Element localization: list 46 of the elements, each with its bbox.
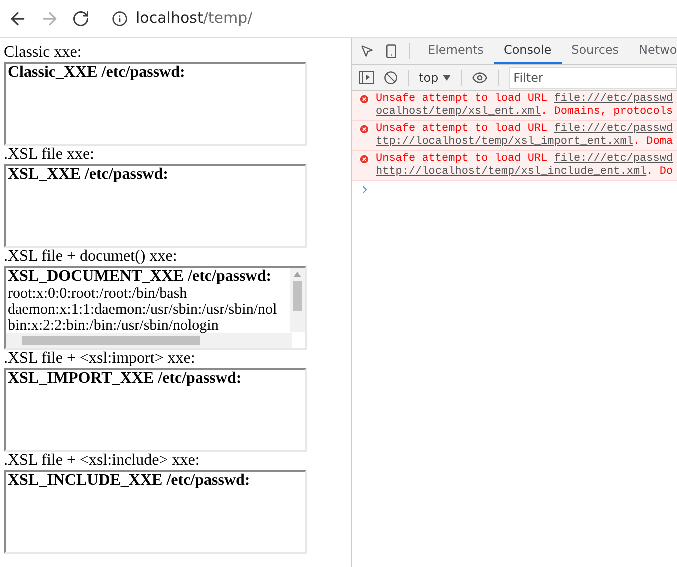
eye-icon[interactable] [472,70,488,86]
error-link[interactable]: file:///etc/passwd [554,153,674,166]
scrollbar-thumb[interactable] [22,336,200,345]
error-link[interactable]: ttp://localhost/temp/xsl_import_ent.xml [376,136,634,149]
error-message: . Doma [633,136,674,149]
frame-label: .XSL file + documet() xxe: [4,248,178,266]
error-icon [359,154,370,165]
frame-heading: XSL_DOCUMENT_XXE /etc/passwd: [7,268,273,286]
info-icon [112,10,128,26]
passwd-line: daemon:x:1:1:daemon:/usr/sbin:/usr/sbin/nol [7,302,278,318]
filter-field[interactable]: Filter [508,66,677,88]
scrollbar-thumb[interactable] [293,281,302,311]
error-message: . Domains, protocols [541,106,674,119]
error-link[interactable]: http://localhost/temp/xsl_include_ent.xml [376,166,647,179]
error-message: Unsafe attempt to load URL [376,123,548,136]
frame-label: .XSL file xxe: [4,146,96,164]
passwd-line: bin:x:2:2:bin:/bin:/usr/sbin/nologin [7,318,220,334]
device-icon[interactable] [384,44,399,59]
dropdown-caret-icon [442,74,451,80]
frame-heading: XSL_IMPORT_XXE /etc/passwd: [7,370,243,388]
context-selector[interactable]: top [419,68,451,86]
error-link[interactable]: file:///etc/passwd [554,93,674,106]
frame-label: .XSL file + <xsl:import> xxe: [4,350,196,368]
error-link[interactable]: ocalhost/temp/xsl_ent.xml [376,106,542,119]
clear-console-icon[interactable] [384,70,398,84]
devtools-tab[interactable]: Netwo [629,38,677,64]
frame-label: .XSL file + <xsl:include> xxe: [4,452,201,470]
error-message: Unsafe attempt to load URL [376,153,548,166]
error-message: Unsafe attempt to load URL [376,93,548,106]
frame-heading: XSL_INCLUDE_XXE /etc/passwd: [7,472,252,490]
horizontal-scrollbar[interactable] [6,333,292,348]
error-icon [359,124,370,135]
url-text: localhost/temp/ [136,8,253,30]
frame-label: Classic xxe: [4,44,83,62]
error-link[interactable]: file:///etc/passwd [554,123,674,136]
reload-icon[interactable] [72,10,90,28]
frame-heading: XSL_XXE /etc/passwd: [7,166,170,184]
devtools-tab[interactable]: Sources [562,38,630,64]
vertical-scrollbar[interactable] [290,268,305,332]
error-message: . Do [646,166,674,179]
inspect-icon[interactable] [360,44,374,58]
error-icon [359,94,370,105]
frame-heading: Classic_XXE /etc/passwd: [7,64,186,82]
passwd-line: root:x:0:0:root:/root:/bin/bash [7,286,188,302]
sidebar-toggle-icon[interactable] [359,71,374,84]
devtools-tab[interactable]: Elements [418,38,494,64]
